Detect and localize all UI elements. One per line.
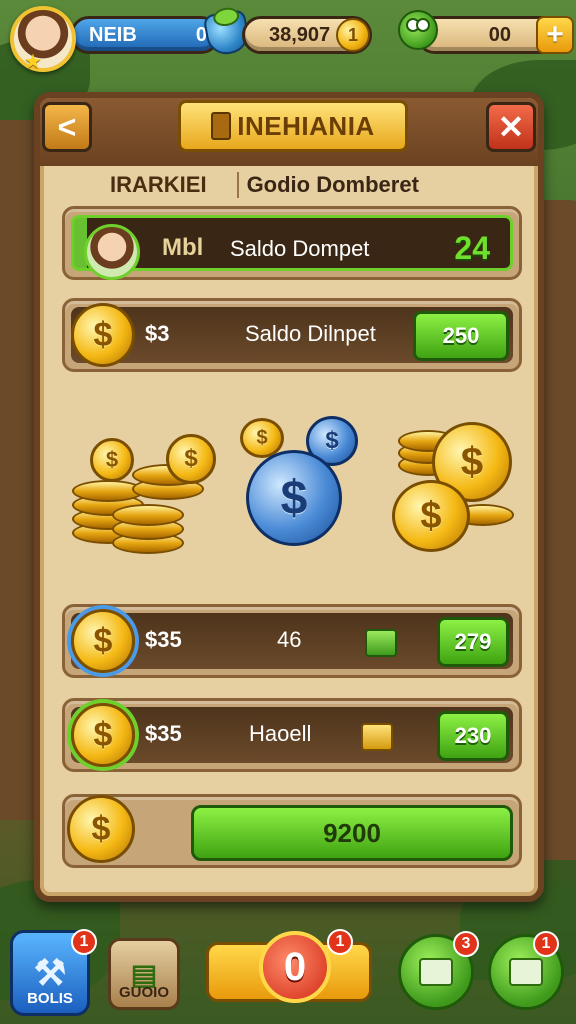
hammer-icon: ⚒: [33, 952, 67, 993]
dollar-coin-icon: $: [71, 609, 135, 673]
plus-icon: +: [546, 18, 564, 51]
dollar-coin-symbol: $: [91, 809, 111, 848]
player-name-bar: NEIB 0: [70, 16, 220, 54]
notification-badge: 1: [327, 929, 353, 955]
dollar-coin-symbol: $: [93, 621, 113, 660]
center-counter: 0: [259, 931, 331, 1003]
dollar-coin-symbol: $: [93, 715, 113, 754]
dollar-coin-icon: $: [71, 703, 135, 767]
bottom-nav: ⚒ BOLIS 1 ▤ GUOIO 0 1 3 1: [0, 924, 576, 1024]
balance-value: 24: [454, 230, 490, 266]
add-currency-button[interactable]: +: [536, 16, 574, 54]
back-button[interactable]: <: [42, 102, 92, 152]
avatar: [84, 224, 140, 280]
nav-guide-button[interactable]: ▤ GUOIO: [108, 938, 180, 1010]
treasure-icon: [361, 723, 393, 751]
dollar-coin-symbol: $: [93, 315, 113, 354]
player-avatar[interactable]: ★: [10, 6, 76, 73]
cash-icon: [509, 958, 543, 986]
close-button[interactable]: ✕: [486, 102, 536, 152]
gift-icon: [365, 629, 397, 657]
nav-cash-button[interactable]: 1: [488, 931, 564, 1010]
balance-row: Mbl Saldo Dompet 24: [62, 206, 522, 280]
wallet-row-3: $ $35 Haoell 230: [62, 698, 522, 772]
dollar-coin-icon: $: [90, 438, 134, 482]
chevron-left-icon: <: [57, 108, 77, 145]
dollar-coin-icon: $: [71, 303, 135, 367]
close-icon: ✕: [497, 109, 525, 145]
star-icon: ★: [24, 51, 42, 73]
balance-row-inner: Mbl Saldo Dompet 24: [71, 215, 513, 280]
gold-coin-icon[interactable]: 1: [336, 18, 370, 52]
gold-amount: 38,907: [269, 23, 331, 46]
wallet-row-1-button[interactable]: 250: [413, 311, 509, 361]
gold-coin-symbol: 1: [347, 24, 358, 45]
coin-stack-middle: $ $ $: [232, 408, 372, 558]
wallet-panel: < INEHIANIA ✕ IRARKIEI Godio Domberet Mb…: [34, 92, 544, 902]
top-hud: NEIB 0 ★ 38,907 1 00 +: [6, 6, 574, 73]
balance-prefix: Mbl: [162, 234, 204, 261]
wallet-row-3-button[interactable]: 230: [437, 711, 509, 761]
nav-center-button[interactable]: 0 1: [206, 929, 372, 1003]
nav-bolts-label: BOLIS: [27, 990, 73, 1007]
notification-badge: 1: [533, 931, 559, 957]
player-name: NEIB: [89, 23, 137, 46]
notification-badge: 1: [71, 929, 97, 955]
coin-stack-right: $ $: [392, 408, 522, 558]
nav-guide-label: GUOIO: [118, 984, 169, 1001]
notification-badge: 3: [453, 931, 479, 957]
panel-title-banner: INEHIANIA: [178, 100, 408, 152]
coins-display: $ $ $ $ $ $ $: [62, 398, 522, 568]
panel-header: < INEHIANIA ✕: [40, 98, 538, 166]
blue-coin-icon: $: [246, 450, 342, 546]
total-confirm-button[interactable]: 9200: [191, 805, 513, 861]
wallet-row-2: $ $35 46 279: [62, 604, 522, 678]
panel-title: INEHIANIA: [237, 110, 375, 141]
tab-first[interactable]: IRARKIEI: [110, 172, 207, 198]
dollar-coin-icon: $: [166, 434, 216, 484]
wallet-row-2-label: 46: [277, 627, 302, 652]
wallet-row-2-button[interactable]: 279: [437, 617, 509, 667]
wallet-row-total: $ 9200: [62, 794, 522, 868]
wallet-row-1-label: Saldo Dilnpet: [245, 321, 376, 346]
tab-second[interactable]: Godio Domberet: [236, 172, 419, 198]
nav-shop-button[interactable]: 3: [398, 931, 479, 1010]
green-amount: 00: [488, 23, 511, 46]
wallet-row-1: $ $3 Saldo Dilnpet 250: [62, 298, 522, 372]
wallet-row-2-amount: $35: [145, 627, 182, 652]
wallet-row-3-amount: $35: [145, 721, 182, 746]
nav-bolts-button[interactable]: ⚒ BOLIS 1: [10, 929, 97, 1016]
dollar-coin-icon: $: [67, 795, 135, 863]
shop-icon: [419, 958, 453, 986]
panel-tabs: IRARKIEI Godio Domberet: [110, 168, 518, 202]
book-icon: [211, 112, 232, 140]
balance-label: Saldo Dompet: [230, 236, 370, 261]
wallet-row-1-amount: $3: [145, 321, 170, 346]
dollar-coin-icon: $: [392, 480, 470, 552]
frog-icon: [398, 10, 438, 50]
coin-stack-left: $ $: [72, 418, 216, 558]
wallet-row-3-label: Haoell: [249, 721, 312, 746]
